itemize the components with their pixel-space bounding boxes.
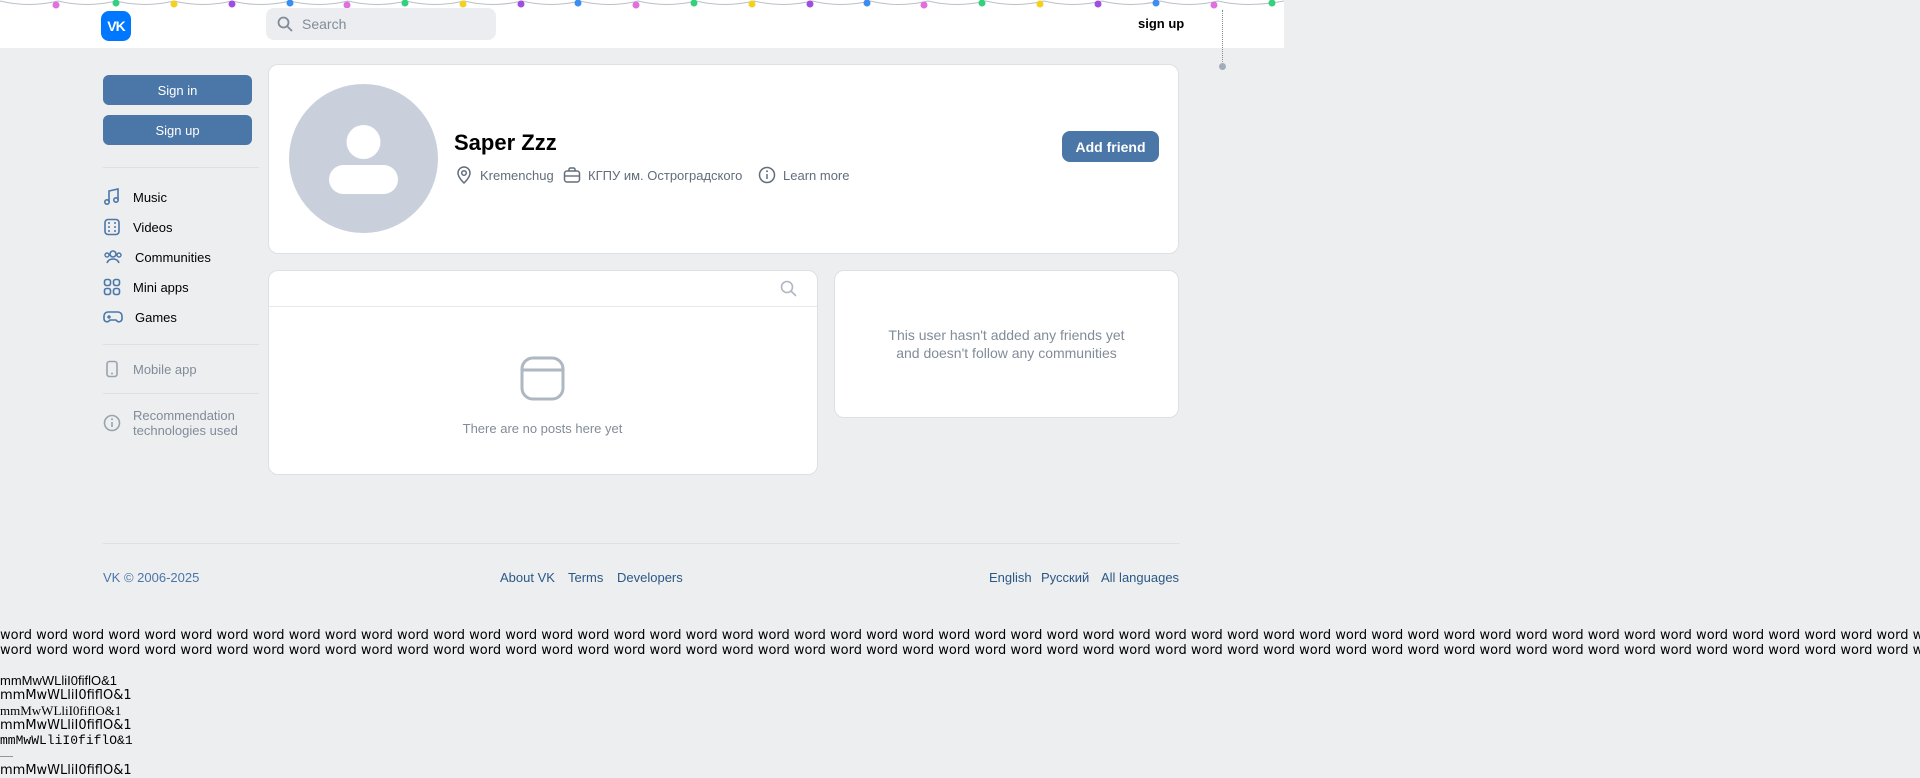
font-test-sans-2: mmMwWLliI0fiflO&1 xyxy=(0,718,132,733)
sidebar-item-label: Mobile app xyxy=(133,361,197,377)
mobile-phone-icon xyxy=(106,360,118,378)
font-test-mono: mmMwWLliI0fiflO&1 xyxy=(0,733,133,748)
vk-logo[interactable]: VK xyxy=(101,11,131,41)
garland-hanging-line xyxy=(1222,10,1223,64)
add-friend-button[interactable]: Add friend xyxy=(1062,131,1159,162)
city-text: Kremenchug xyxy=(480,167,554,183)
learn-more-text: Learn more xyxy=(783,167,850,183)
sidebar-divider xyxy=(103,393,259,394)
profile-name: Saper Zzz xyxy=(454,130,557,155)
university-text: КГПУ им. Остроградского xyxy=(588,167,743,183)
sidebar-item-label: Communities xyxy=(135,249,211,265)
friends-empty-line2: and doesn't follow any communities xyxy=(896,345,1117,361)
location-pin-icon xyxy=(457,166,471,185)
word-line-2: word word word word word word word word … xyxy=(0,643,1920,658)
footer-link-about[interactable]: About VK xyxy=(500,570,555,585)
empty-posts-icon xyxy=(520,356,565,401)
footer-link-developers[interactable]: Developers xyxy=(617,570,683,585)
user-silhouette-icon xyxy=(329,125,398,194)
sidebar-item-music[interactable]: Music xyxy=(103,185,167,209)
friends-empty-message: This user hasn't added any friends yet a… xyxy=(835,326,1178,362)
sign-in-button[interactable]: Sign in xyxy=(103,75,252,105)
info-icon xyxy=(103,414,121,432)
post-search-icon[interactable] xyxy=(780,280,797,297)
sidebar-item-recommendation[interactable]: Recommendation technologies used xyxy=(103,408,238,438)
search-icon xyxy=(277,16,293,32)
font-test-last: mmMwWLliI0fiflO&1 xyxy=(0,763,132,778)
footer-link-terms[interactable]: Terms xyxy=(568,570,603,585)
sign-up-button[interactable]: Sign up xyxy=(103,115,252,145)
music-icon xyxy=(103,188,120,206)
all-languages-link[interactable]: All languages xyxy=(1101,570,1179,585)
avatar[interactable] xyxy=(289,84,438,233)
no-posts-text: There are no posts here yet xyxy=(462,421,623,436)
dash-line: — xyxy=(0,748,13,763)
info-icon xyxy=(758,166,776,184)
sidebar-divider xyxy=(103,344,259,345)
sidebar-item-label: Music xyxy=(133,189,167,205)
language-english[interactable]: English xyxy=(989,570,1032,585)
apps-icon xyxy=(103,278,121,296)
briefcase-icon xyxy=(563,167,581,183)
footer-divider xyxy=(103,543,1180,544)
profile-university: КГПУ им. Остроградского xyxy=(563,165,742,185)
search-input[interactable]: Search xyxy=(266,8,496,40)
holiday-garland-decoration xyxy=(0,0,1284,9)
profile-city: Kremenchug xyxy=(455,165,554,185)
recommendation-line2: technologies used xyxy=(133,423,238,438)
learn-more-link[interactable]: Learn more xyxy=(758,165,849,185)
search-placeholder: Search xyxy=(302,16,347,32)
sidebar-item-videos[interactable]: Videos xyxy=(103,215,173,239)
sidebar-divider xyxy=(103,167,259,168)
sidebar-item-label: Videos xyxy=(133,219,173,235)
font-test-serif: mmMwWLliI0fiflO&1 xyxy=(0,703,122,718)
garland-hanging-bulb xyxy=(1219,63,1226,70)
recommendation-line1: Recommendation xyxy=(133,408,235,423)
gamepad-icon xyxy=(103,311,123,323)
sidebar-item-label: Mini apps xyxy=(133,279,189,295)
posts-header-divider xyxy=(268,306,817,307)
top-sign-up-link[interactable]: sign up xyxy=(1138,16,1184,31)
font-test-sans: mmMwWLliI0fiflO&1 xyxy=(0,673,118,688)
word-line-1: word word word word word word word word … xyxy=(0,628,1920,643)
font-test-dejavu-sans: mmMwWLliI0fiflO&1 xyxy=(0,688,132,703)
sidebar-item-mini-apps[interactable]: Mini apps xyxy=(103,275,189,299)
top-bar: VK Search sign up xyxy=(0,0,1284,48)
friends-empty-line1: This user hasn't added any friends yet xyxy=(888,327,1125,343)
logo-text: VK xyxy=(107,18,125,34)
recommendation-label: Recommendation technologies used xyxy=(133,408,238,438)
sidebar-item-mobile-app[interactable]: Mobile app xyxy=(103,357,197,381)
sidebar-item-communities[interactable]: Communities xyxy=(103,245,211,269)
communities-icon xyxy=(104,250,122,264)
copyright: VK © 2006-2025 xyxy=(103,570,200,585)
video-icon xyxy=(104,218,120,236)
sidebar-item-label: Games xyxy=(135,309,177,325)
sidebar-item-games[interactable]: Games xyxy=(103,305,177,329)
language-russian[interactable]: Русский xyxy=(1041,570,1089,585)
